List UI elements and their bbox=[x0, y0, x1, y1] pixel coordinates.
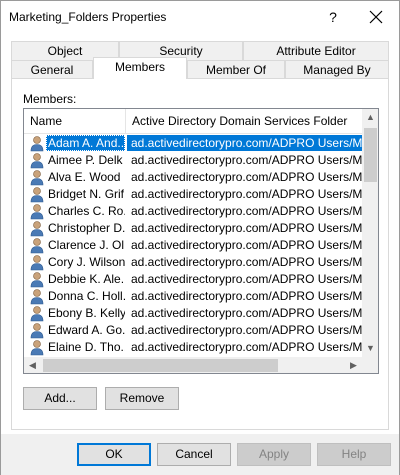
tab-label: Managed By bbox=[303, 63, 371, 77]
list-item[interactable]: Alva E. Wood ad.activedirectorypro.com/AD… bbox=[24, 169, 362, 186]
member-name: Donna C. Holl... bbox=[48, 289, 125, 303]
list-item[interactable]: Donna C. Holl... ad.activedirectorypro.co… bbox=[24, 288, 362, 305]
scroll-down-icon[interactable]: ▼ bbox=[362, 340, 378, 357]
close-icon bbox=[369, 10, 383, 24]
user-icon bbox=[29, 203, 45, 220]
tab-attribute-editor[interactable]: Attribute Editor bbox=[243, 41, 389, 60]
list-item[interactable]: Christopher D.... ad.activedirectorypro.c… bbox=[24, 220, 362, 237]
member-folder: ad.activedirectorypro.com/ADPRO Users/Ma… bbox=[131, 255, 362, 269]
tab-label: Member Of bbox=[205, 63, 266, 77]
help-button[interactable]: ? bbox=[323, 7, 343, 27]
member-folder: ad.activedirectorypro.com/ADPRO Users/Ma… bbox=[131, 323, 362, 337]
member-folder: ad.activedirectorypro.com/ADPRO Users/Ma… bbox=[131, 170, 362, 184]
column-header-name[interactable]: Name bbox=[24, 109, 125, 133]
user-icon bbox=[29, 322, 45, 339]
user-icon bbox=[29, 288, 45, 305]
list-item[interactable]: Debbie K. Ale... ad.activedirectorypro.co… bbox=[24, 271, 362, 288]
members-label: Members: bbox=[23, 92, 77, 106]
member-name: Charles C. Ro... bbox=[48, 204, 125, 218]
member-folder: ad.activedirectorypro.com/ADPRO Users/Ma… bbox=[131, 340, 362, 354]
tab-label: Members bbox=[114, 60, 165, 74]
tab-label: Attribute Editor bbox=[276, 44, 356, 58]
member-name: Christopher D.... bbox=[48, 221, 125, 235]
list-rows: Adam A. And... ad.activedirectorypro.com/… bbox=[24, 135, 362, 359]
user-icon bbox=[29, 220, 45, 237]
tab-member-of[interactable]: Member Of bbox=[187, 60, 285, 79]
horizontal-scroll-thumb[interactable] bbox=[43, 359, 278, 372]
window-title: Marketing_Folders Properties bbox=[9, 10, 167, 24]
member-name: Ebony B. Kelly bbox=[48, 306, 125, 320]
column-header-folder[interactable]: Active Directory Domain Services Folder bbox=[126, 109, 362, 133]
member-name: Bridget N. Grif... bbox=[48, 187, 125, 201]
user-icon bbox=[29, 135, 45, 152]
scroll-left-icon[interactable]: ◀ bbox=[24, 357, 41, 373]
tab-label: General bbox=[30, 63, 74, 77]
remove-button[interactable]: Remove bbox=[105, 387, 179, 410]
member-folder: ad.activedirectorypro.com/ADPRO Users/Ma… bbox=[131, 289, 362, 303]
close-button[interactable] bbox=[363, 7, 389, 27]
list-item[interactable]: Bridget N. Grif... ad.activedirectorypro.… bbox=[24, 186, 362, 203]
member-folder: ad.activedirectorypro.com/ADPRO Users/Ma… bbox=[131, 204, 362, 218]
list-item[interactable]: Clarence J. Ol... ad.activedirectorypro.c… bbox=[24, 237, 362, 254]
member-name: Clarence J. Ol... bbox=[48, 238, 125, 252]
list-header: Name Active Directory Domain Services Fo… bbox=[24, 109, 362, 134]
user-icon bbox=[29, 339, 45, 356]
tab-general[interactable]: General bbox=[11, 60, 93, 79]
member-folder: ad.activedirectorypro.com/ADPRO Users/Ma… bbox=[131, 221, 362, 235]
member-folder: ad.activedirectorypro.com/ADPRO Users/Ma… bbox=[131, 153, 362, 167]
member-folder: ad.activedirectorypro.com/ADPRO Users/Ma… bbox=[131, 187, 362, 201]
horizontal-scrollbar[interactable]: ◀ ▶ bbox=[24, 357, 362, 373]
scroll-right-icon[interactable]: ▶ bbox=[345, 357, 362, 373]
properties-dialog: Marketing_Folders Properties ? Object Se… bbox=[0, 0, 400, 475]
list-item[interactable]: Ebony B. Kelly ad.activedirectorypro.com/… bbox=[24, 305, 362, 322]
user-icon bbox=[29, 271, 45, 288]
ok-button[interactable]: OK bbox=[77, 443, 151, 466]
vertical-scroll-thumb[interactable] bbox=[364, 128, 377, 182]
members-list[interactable]: Name Active Directory Domain Services Fo… bbox=[23, 108, 379, 374]
member-name: Debbie K. Ale... bbox=[48, 272, 125, 286]
user-icon bbox=[29, 152, 45, 169]
add-button[interactable]: Add... bbox=[23, 387, 97, 410]
tab-managed-by[interactable]: Managed By bbox=[285, 60, 389, 79]
scrollbar-corner bbox=[362, 357, 378, 373]
user-icon bbox=[29, 305, 45, 322]
list-item[interactable]: Elaine D. Tho... ad.activedirectorypro.co… bbox=[24, 339, 362, 356]
member-folder: ad.activedirectorypro.com/ADPRO Users/Ma… bbox=[131, 306, 362, 320]
dialog-button-bar: OK Cancel Apply Help bbox=[1, 434, 399, 475]
member-name: Alva E. Wood bbox=[48, 170, 121, 184]
list-item[interactable]: Charles C. Ro... ad.activedirectorypro.co… bbox=[24, 203, 362, 220]
scroll-up-icon[interactable]: ▲ bbox=[362, 109, 378, 126]
cancel-button[interactable]: Cancel bbox=[157, 443, 231, 466]
member-name: Elaine D. Tho... bbox=[48, 340, 125, 354]
list-item[interactable]: Aimee P. Delk ad.activedirectorypro.com/A… bbox=[24, 152, 362, 169]
member-folder: ad.activedirectorypro.com/ADPRO Users/Ma… bbox=[131, 272, 362, 286]
user-icon bbox=[29, 254, 45, 271]
list-item[interactable]: Adam A. And... ad.activedirectorypro.com/… bbox=[24, 135, 362, 152]
tab-label: Security bbox=[159, 44, 203, 58]
vertical-scrollbar[interactable]: ▲ ▼ bbox=[362, 109, 378, 357]
member-name: Aimee P. Delk bbox=[48, 153, 123, 167]
title-bar: Marketing_Folders Properties ? bbox=[1, 1, 399, 33]
list-item[interactable]: Edward A. Go... ad.activedirectorypro.com… bbox=[24, 322, 362, 339]
tab-members[interactable]: Members bbox=[93, 57, 187, 79]
user-icon bbox=[29, 186, 45, 203]
user-icon bbox=[29, 169, 45, 186]
tab-label: Object bbox=[47, 44, 83, 58]
user-icon bbox=[29, 237, 45, 254]
list-item[interactable]: Cory J. Wilson ad.activedirectorypro.com/… bbox=[24, 254, 362, 271]
member-folder: ad.activedirectorypro.com/ADPRO Users/Ma… bbox=[131, 238, 362, 252]
member-name: Edward A. Go... bbox=[48, 323, 125, 337]
member-folder: ad.activedirectorypro.com/ADPRO Users/Ma… bbox=[127, 135, 362, 151]
apply-button[interactable]: Apply bbox=[237, 443, 311, 466]
member-name: Cory J. Wilson bbox=[48, 255, 125, 269]
help-button-footer[interactable]: Help bbox=[317, 443, 391, 466]
member-name: Adam A. And... bbox=[46, 135, 125, 151]
